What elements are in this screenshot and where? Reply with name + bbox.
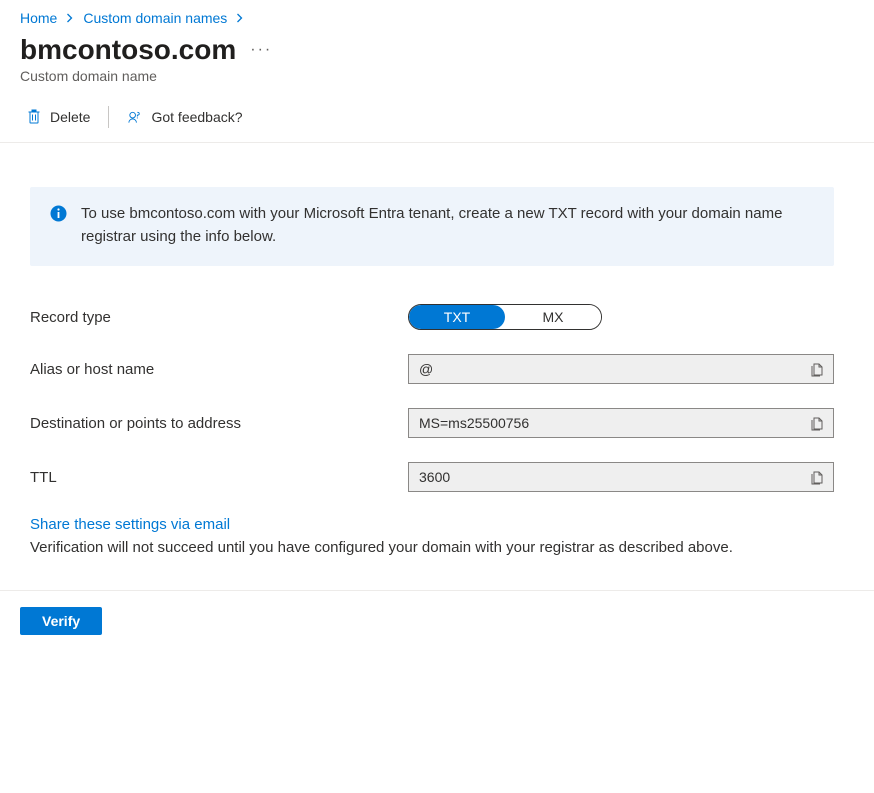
destination-value[interactable] <box>409 415 801 431</box>
feedback-button[interactable]: Got feedback? <box>127 109 242 125</box>
chevron-right-icon <box>235 10 245 26</box>
page-subtitle: Custom domain name <box>20 68 854 84</box>
more-actions-icon[interactable]: ··· <box>250 41 272 59</box>
info-banner-text: To use bmcontoso.com with your Microsoft… <box>81 203 814 248</box>
record-type-label: Record type <box>30 309 408 326</box>
ttl-field <box>408 462 834 492</box>
ttl-label: TTL <box>30 469 408 486</box>
record-type-txt-option[interactable]: TXT <box>409 305 505 329</box>
info-icon <box>50 205 67 225</box>
alias-value[interactable] <box>409 361 801 377</box>
copy-icon[interactable] <box>801 355 833 383</box>
feedback-label: Got feedback? <box>151 109 242 125</box>
alias-field <box>408 354 834 384</box>
delete-button[interactable]: Delete <box>26 109 90 125</box>
verification-help-text: Verification will not succeed until you … <box>30 537 834 560</box>
feedback-icon <box>127 109 143 125</box>
record-type-mx-option[interactable]: MX <box>505 305 601 329</box>
copy-icon[interactable] <box>801 463 833 491</box>
breadcrumb: Home Custom domain names <box>0 0 874 34</box>
destination-label: Destination or points to address <box>30 415 408 432</box>
ttl-value[interactable] <box>409 469 801 485</box>
trash-icon <box>26 109 42 125</box>
breadcrumb-custom-domains[interactable]: Custom domain names <box>83 10 227 26</box>
copy-icon[interactable] <box>801 409 833 437</box>
page-title: bmcontoso.com <box>20 34 236 66</box>
chevron-right-icon <box>65 10 75 26</box>
record-type-toggle[interactable]: TXT MX <box>408 304 602 330</box>
verify-button[interactable]: Verify <box>20 607 102 635</box>
destination-field <box>408 408 834 438</box>
info-banner: To use bmcontoso.com with your Microsoft… <box>30 187 834 266</box>
footer-bar: Verify <box>0 590 874 651</box>
share-email-link[interactable]: Share these settings via email <box>30 516 230 533</box>
delete-label: Delete <box>50 109 90 125</box>
command-bar: Delete Got feedback? <box>0 92 874 143</box>
breadcrumb-home[interactable]: Home <box>20 10 57 26</box>
alias-label: Alias or host name <box>30 361 408 378</box>
command-divider <box>108 106 109 128</box>
